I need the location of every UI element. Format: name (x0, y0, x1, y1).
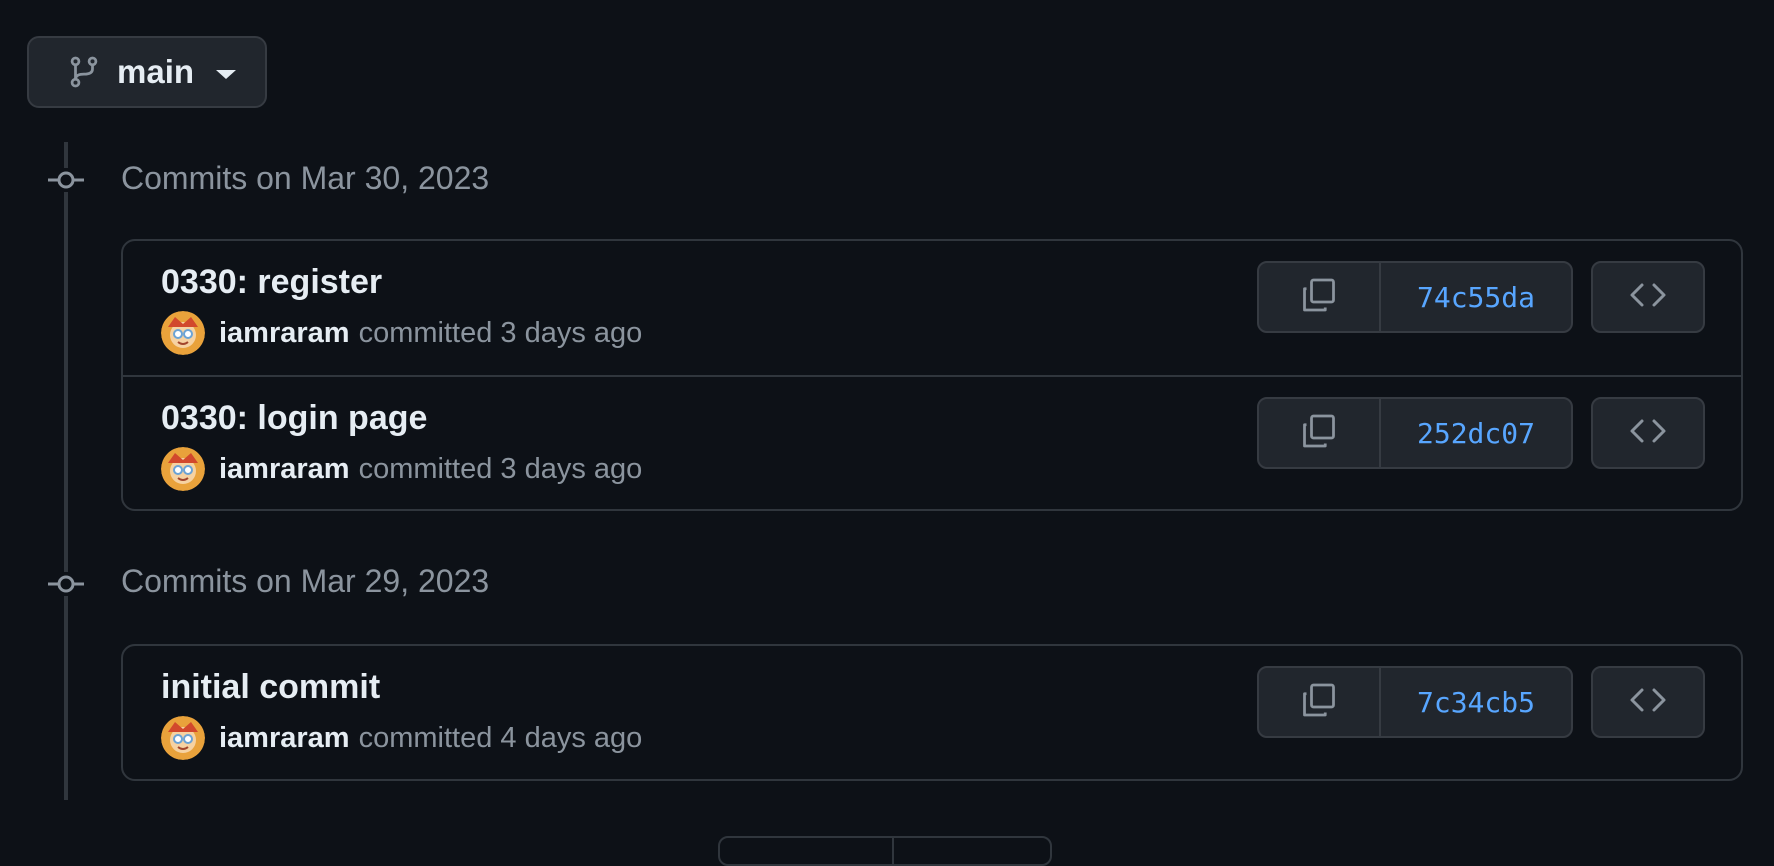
commit-time: committed 4 days ago (358, 721, 643, 754)
commit-time: committed 3 days ago (358, 452, 643, 485)
chevron-down-icon (216, 69, 237, 79)
commit-row: 0330: login page iamraram committed 3 da… (123, 375, 1741, 509)
commit-sha-link[interactable]: 7c34cb5 (1381, 668, 1571, 736)
commit-time: committed 3 days ago (358, 316, 643, 349)
branch-selector-button[interactable]: main (27, 36, 267, 108)
commit-meta: iamraram committed 4 days ago (161, 716, 642, 760)
git-commit-icon (48, 572, 84, 596)
git-commit-icon (48, 168, 84, 192)
commit-meta: iamraram committed 3 days ago (161, 311, 642, 355)
commit-group-heading: Commits on Mar 30, 2023 (121, 160, 490, 196)
avatar[interactable] (161, 716, 205, 760)
code-icon (1628, 281, 1668, 314)
commit-title-link[interactable]: initial commit (161, 668, 380, 707)
timeline-line (64, 560, 68, 800)
avatar[interactable] (161, 311, 205, 355)
copy-icon (1299, 275, 1339, 320)
commit-author-link[interactable]: iamraram (219, 453, 350, 486)
copy-icon (1299, 680, 1339, 725)
browse-repository-button[interactable] (1591, 261, 1705, 333)
commit-sha-link[interactable]: 74c55da (1381, 263, 1571, 331)
avatar[interactable] (161, 447, 205, 491)
commit-group-heading: Commits on Mar 29, 2023 (121, 563, 490, 599)
git-branch-icon (67, 55, 101, 89)
branch-name: main (117, 53, 195, 90)
sha-button-group: 7c34cb5 (1257, 666, 1573, 738)
commit-sha-link[interactable]: 252dc07 (1381, 399, 1571, 467)
commit-author-link[interactable]: iamraram (219, 722, 350, 755)
commit-row: initial commit iamraram committed 4 days… (123, 646, 1741, 779)
commit-meta: iamraram committed 3 days ago (161, 447, 642, 491)
commit-title-link[interactable]: 0330: login page (161, 399, 427, 438)
copy-sha-button[interactable] (1259, 399, 1381, 467)
browse-repository-button[interactable] (1591, 397, 1705, 469)
commit-list: initial commit iamraram committed 4 days… (121, 644, 1743, 781)
code-icon (1628, 417, 1668, 450)
commit-row: 0330: register iamraram committed 3 days… (123, 241, 1741, 375)
commit-author-link[interactable]: iamraram (219, 317, 350, 350)
copy-sha-button[interactable] (1259, 263, 1381, 331)
code-icon (1628, 686, 1668, 719)
sha-button-group: 74c55da (1257, 261, 1573, 333)
browse-repository-button[interactable] (1591, 666, 1705, 738)
copy-icon (1299, 411, 1339, 456)
commit-list: 0330: register iamraram committed 3 days… (121, 239, 1743, 511)
copy-sha-button[interactable] (1259, 668, 1381, 736)
commit-title-link[interactable]: 0330: register (161, 263, 382, 302)
pagination (718, 836, 1052, 866)
sha-button-group: 252dc07 (1257, 397, 1573, 469)
